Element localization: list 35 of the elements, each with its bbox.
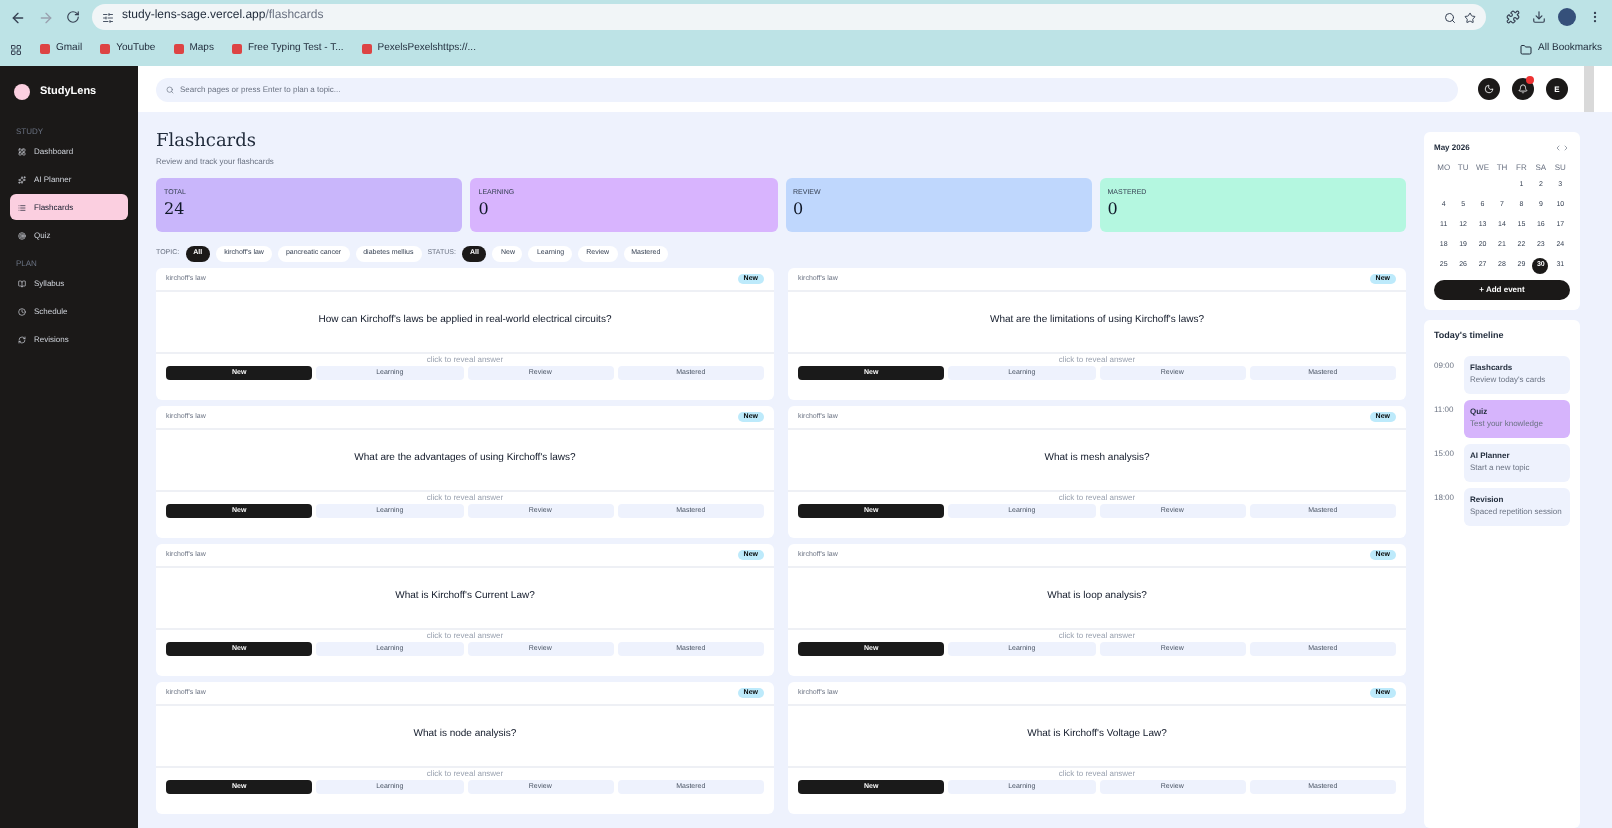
bell-icon xyxy=(1518,84,1528,94)
stat-value: 0 xyxy=(1107,198,1120,221)
notification-button[interactable] xyxy=(1512,78,1534,100)
star-icon[interactable] xyxy=(1464,11,1476,23)
back-icon[interactable] xyxy=(10,9,26,25)
extensions-icon[interactable] xyxy=(1506,10,1520,24)
moon-icon xyxy=(1484,84,1494,94)
favicon-icon xyxy=(40,44,50,54)
search-icon xyxy=(166,85,174,93)
menu-icon[interactable] xyxy=(1588,10,1602,24)
logo-icon xyxy=(14,84,30,100)
nav-icon xyxy=(18,203,26,211)
scrollbar xyxy=(1584,66,1594,112)
nav-icon xyxy=(18,335,26,343)
theme-button[interactable] xyxy=(1478,78,1500,100)
stat-value: 24 xyxy=(164,198,187,221)
profile-avatar[interactable] xyxy=(1558,8,1576,26)
nav-icon xyxy=(18,147,26,155)
nav-icon xyxy=(18,307,26,315)
favicon-icon xyxy=(361,44,372,54)
page-title: Flashcards xyxy=(156,132,258,154)
site-info-icon[interactable] xyxy=(102,11,114,23)
folder-icon xyxy=(1520,43,1533,55)
favicon-icon xyxy=(100,44,111,54)
stat-value: 0 xyxy=(793,198,806,221)
download-icon[interactable] xyxy=(1532,10,1546,24)
stat-value: 0 xyxy=(478,198,491,221)
nav-icon xyxy=(18,175,26,183)
nav-icon xyxy=(18,231,26,239)
favicon-icon xyxy=(173,44,184,54)
favicon-icon xyxy=(231,44,242,54)
apps-icon[interactable] xyxy=(10,43,22,55)
reload-icon[interactable] xyxy=(66,10,80,24)
zoom-icon[interactable] xyxy=(1444,11,1456,23)
nav-icon xyxy=(18,279,26,287)
